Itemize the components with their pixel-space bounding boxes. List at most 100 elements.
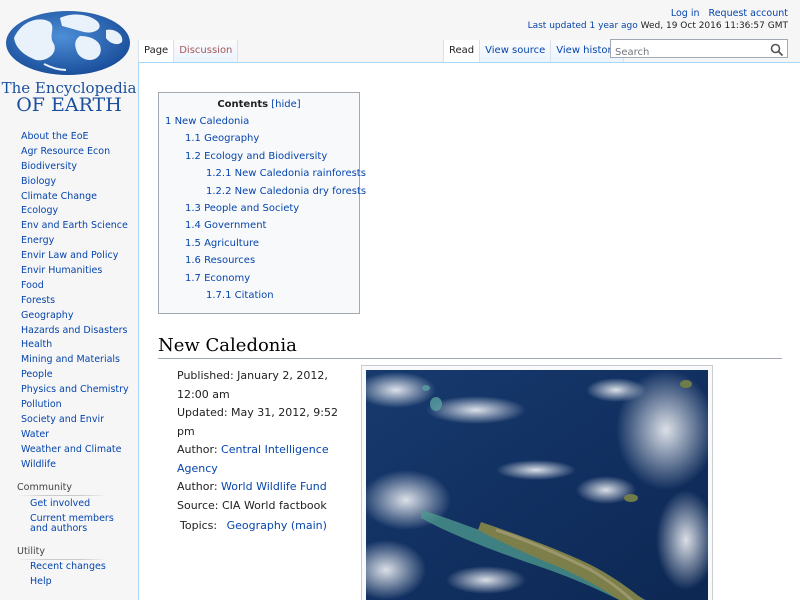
sidebar-item[interactable]: Health	[0, 338, 138, 353]
satellite-image-frame[interactable]	[361, 365, 713, 600]
article-metadata: Published: January 2, 2012, 12:00 am Upd…	[177, 367, 357, 536]
sidebar-item[interactable]: Agr Resource Econ	[0, 145, 138, 160]
toc-item[interactable]: 1.1 Geography	[165, 132, 353, 145]
community-item[interactable]: Get involved	[0, 496, 138, 511]
table-of-contents: Contents [hide] 1 New Caledonia 1.1 Geogr…	[158, 92, 366, 314]
sidebar-item[interactable]: Food	[0, 279, 138, 294]
tab-discussion[interactable]: Discussion	[173, 40, 239, 63]
search-button[interactable]	[770, 42, 784, 57]
source-value: CIA World factbook	[222, 498, 327, 512]
community-item[interactable]: Current members and authors	[0, 511, 138, 536]
published-label: Published:	[177, 369, 234, 382]
search-box	[610, 39, 788, 61]
toc-item-number: 1.2	[185, 150, 201, 162]
sidebar-item[interactable]: Society and Envir	[0, 413, 138, 428]
request-account-link[interactable]: Request account	[709, 8, 788, 19]
last-updated-date: Wed, 19 Oct 2016 11:36:57 GMT	[640, 21, 788, 31]
toc-item-text: Government	[204, 220, 267, 232]
sidebar-item[interactable]: Mining and Materials	[0, 353, 138, 368]
community-heading: Community	[0, 482, 138, 497]
toc-item-text: Citation	[234, 289, 274, 301]
toc-item[interactable]: 1 New Caledonia	[165, 115, 353, 128]
toc-item-number: 1.3	[185, 202, 201, 214]
toc-item-number: 1.7.1	[206, 289, 232, 301]
sidebar-item[interactable]: Envir Law and Policy	[0, 249, 138, 264]
search-input[interactable]	[611, 44, 761, 61]
source-row: Source: CIA World factbook	[177, 497, 357, 516]
updated-row: Updated: May 31, 2012, 9:52 pm	[177, 404, 357, 441]
toc-item[interactable]: 1.7.1 Citation	[165, 289, 353, 302]
community-list: Get involved Current members and authors	[0, 496, 138, 536]
site-logo[interactable]: The Encyclopedia OF EARTH	[0, 0, 138, 118]
sidebar-item[interactable]: Geography	[0, 309, 138, 324]
toc-list: 1 New Caledonia 1.1 Geography 1.2 Ecology …	[165, 115, 366, 302]
published-row: Published: January 2, 2012, 12:00 am	[177, 367, 357, 404]
namespace-tabs: Page Discussion	[138, 40, 239, 63]
toc-item[interactable]: 1.2.1 New Caledonia rainforests	[165, 167, 366, 180]
sidebar-item[interactable]: Weather and Climate	[0, 443, 138, 458]
sidebar-item[interactable]: Biodiversity	[0, 160, 138, 175]
author-label-1: Author:	[177, 443, 218, 456]
sidebar-item[interactable]: Envir Humanities	[0, 264, 138, 279]
author-row-2: Author: World Wildlife Fund	[177, 478, 357, 497]
toc-title: Contents [hide]	[165, 99, 353, 110]
toc-item-number: 1.7	[185, 272, 201, 284]
globe-icon: The Encyclopedia OF EARTH	[2, 11, 136, 116]
new-caledonia-satellite-image[interactable]	[366, 370, 708, 600]
toc-item[interactable]: 1.2.2 New Caledonia dry forests	[165, 185, 366, 198]
sidebar-item[interactable]: Pollution	[0, 398, 138, 413]
toc-hide-toggle[interactable]: [hide]	[271, 99, 300, 110]
tab-read[interactable]: Read	[443, 40, 480, 63]
author-row-1: Author: Central Intelligence Agency	[177, 441, 357, 478]
topic-link-geography[interactable]: Geography (main)	[227, 519, 327, 532]
sidebar-item[interactable]: Env and Earth Science	[0, 219, 138, 234]
login-link[interactable]: Log in	[671, 8, 700, 19]
toc-item[interactable]: 1.4 Government	[165, 219, 353, 232]
toc-item-text: New Caledonia	[174, 116, 250, 127]
toc-item-number: 1	[165, 116, 172, 127]
toc-item-number: 1.2.2	[206, 185, 232, 197]
toc-item[interactable]: 1.3 People and Society	[165, 202, 353, 215]
last-updated-link[interactable]: Last updated 1 year ago	[528, 21, 638, 31]
last-updated: Last updated 1 year ago Wed, 19 Oct 2016…	[528, 21, 788, 31]
utility-heading: Utility	[0, 546, 138, 561]
sidebar-item[interactable]: Hazards and Disasters	[0, 324, 138, 339]
sidebar-item[interactable]: Ecology	[0, 204, 138, 219]
toc-item-text: Agriculture	[204, 237, 260, 249]
content-area: Contents [hide] 1 New Caledonia 1.1 Geogr…	[138, 62, 800, 600]
toc-item[interactable]: 1.7 Economy	[165, 272, 353, 285]
tab-page[interactable]: Page	[138, 40, 174, 63]
author-link-wwf[interactable]: World Wildlife Fund	[221, 480, 327, 493]
search-icon	[770, 43, 784, 57]
sidebar-item[interactable]: Water	[0, 428, 138, 443]
toc-item[interactable]: 1.6 Resources	[165, 254, 353, 267]
toc-item[interactable]: 1.2 Ecology and Biodiversity	[165, 150, 353, 163]
toc-item-text: New Caledonia rainforests	[234, 168, 366, 180]
sidebar-item[interactable]: Energy	[0, 234, 138, 249]
sidebar-item[interactable]: About the EoE	[0, 130, 138, 145]
updated-label: Updated:	[177, 406, 228, 419]
view-tabs: Read View source View history	[443, 40, 624, 63]
sidebar-item[interactable]: Biology	[0, 175, 138, 190]
sidebar-item[interactable]: Physics and Chemistry	[0, 383, 138, 398]
toc-item-text: Ecology and Biodiversity	[204, 150, 328, 162]
page-title: New Caledonia	[158, 335, 782, 359]
topics-label: Topics:	[180, 519, 218, 532]
tab-view-source[interactable]: View source	[479, 40, 551, 63]
sidebar-item[interactable]: Climate Change	[0, 190, 138, 205]
sidebar-item[interactable]: People	[0, 368, 138, 383]
sidebar: About the EoE Agr Resource Econ Biodiversi…	[0, 130, 138, 590]
utility-item[interactable]: Help	[0, 575, 138, 590]
author-label-2: Author:	[177, 480, 218, 493]
toc-item-number: 1.6	[185, 255, 201, 267]
toc-item-number: 1.2.1	[206, 168, 232, 180]
toc-item-text: People and Society	[204, 202, 300, 214]
personal-tools: Log in Request account Last updated 1 ye…	[528, 8, 788, 31]
sidebar-item[interactable]: Forests	[0, 294, 138, 309]
toc-item[interactable]: 1.5 Agriculture	[165, 237, 353, 250]
sidebar-item[interactable]: Wildlife	[0, 458, 138, 473]
utility-item[interactable]: Recent changes	[0, 560, 138, 575]
toc-item-number: 1.1	[185, 133, 201, 145]
utility-list: Recent changes Help	[0, 560, 138, 590]
logo-text-line2: OF EARTH	[16, 94, 122, 116]
